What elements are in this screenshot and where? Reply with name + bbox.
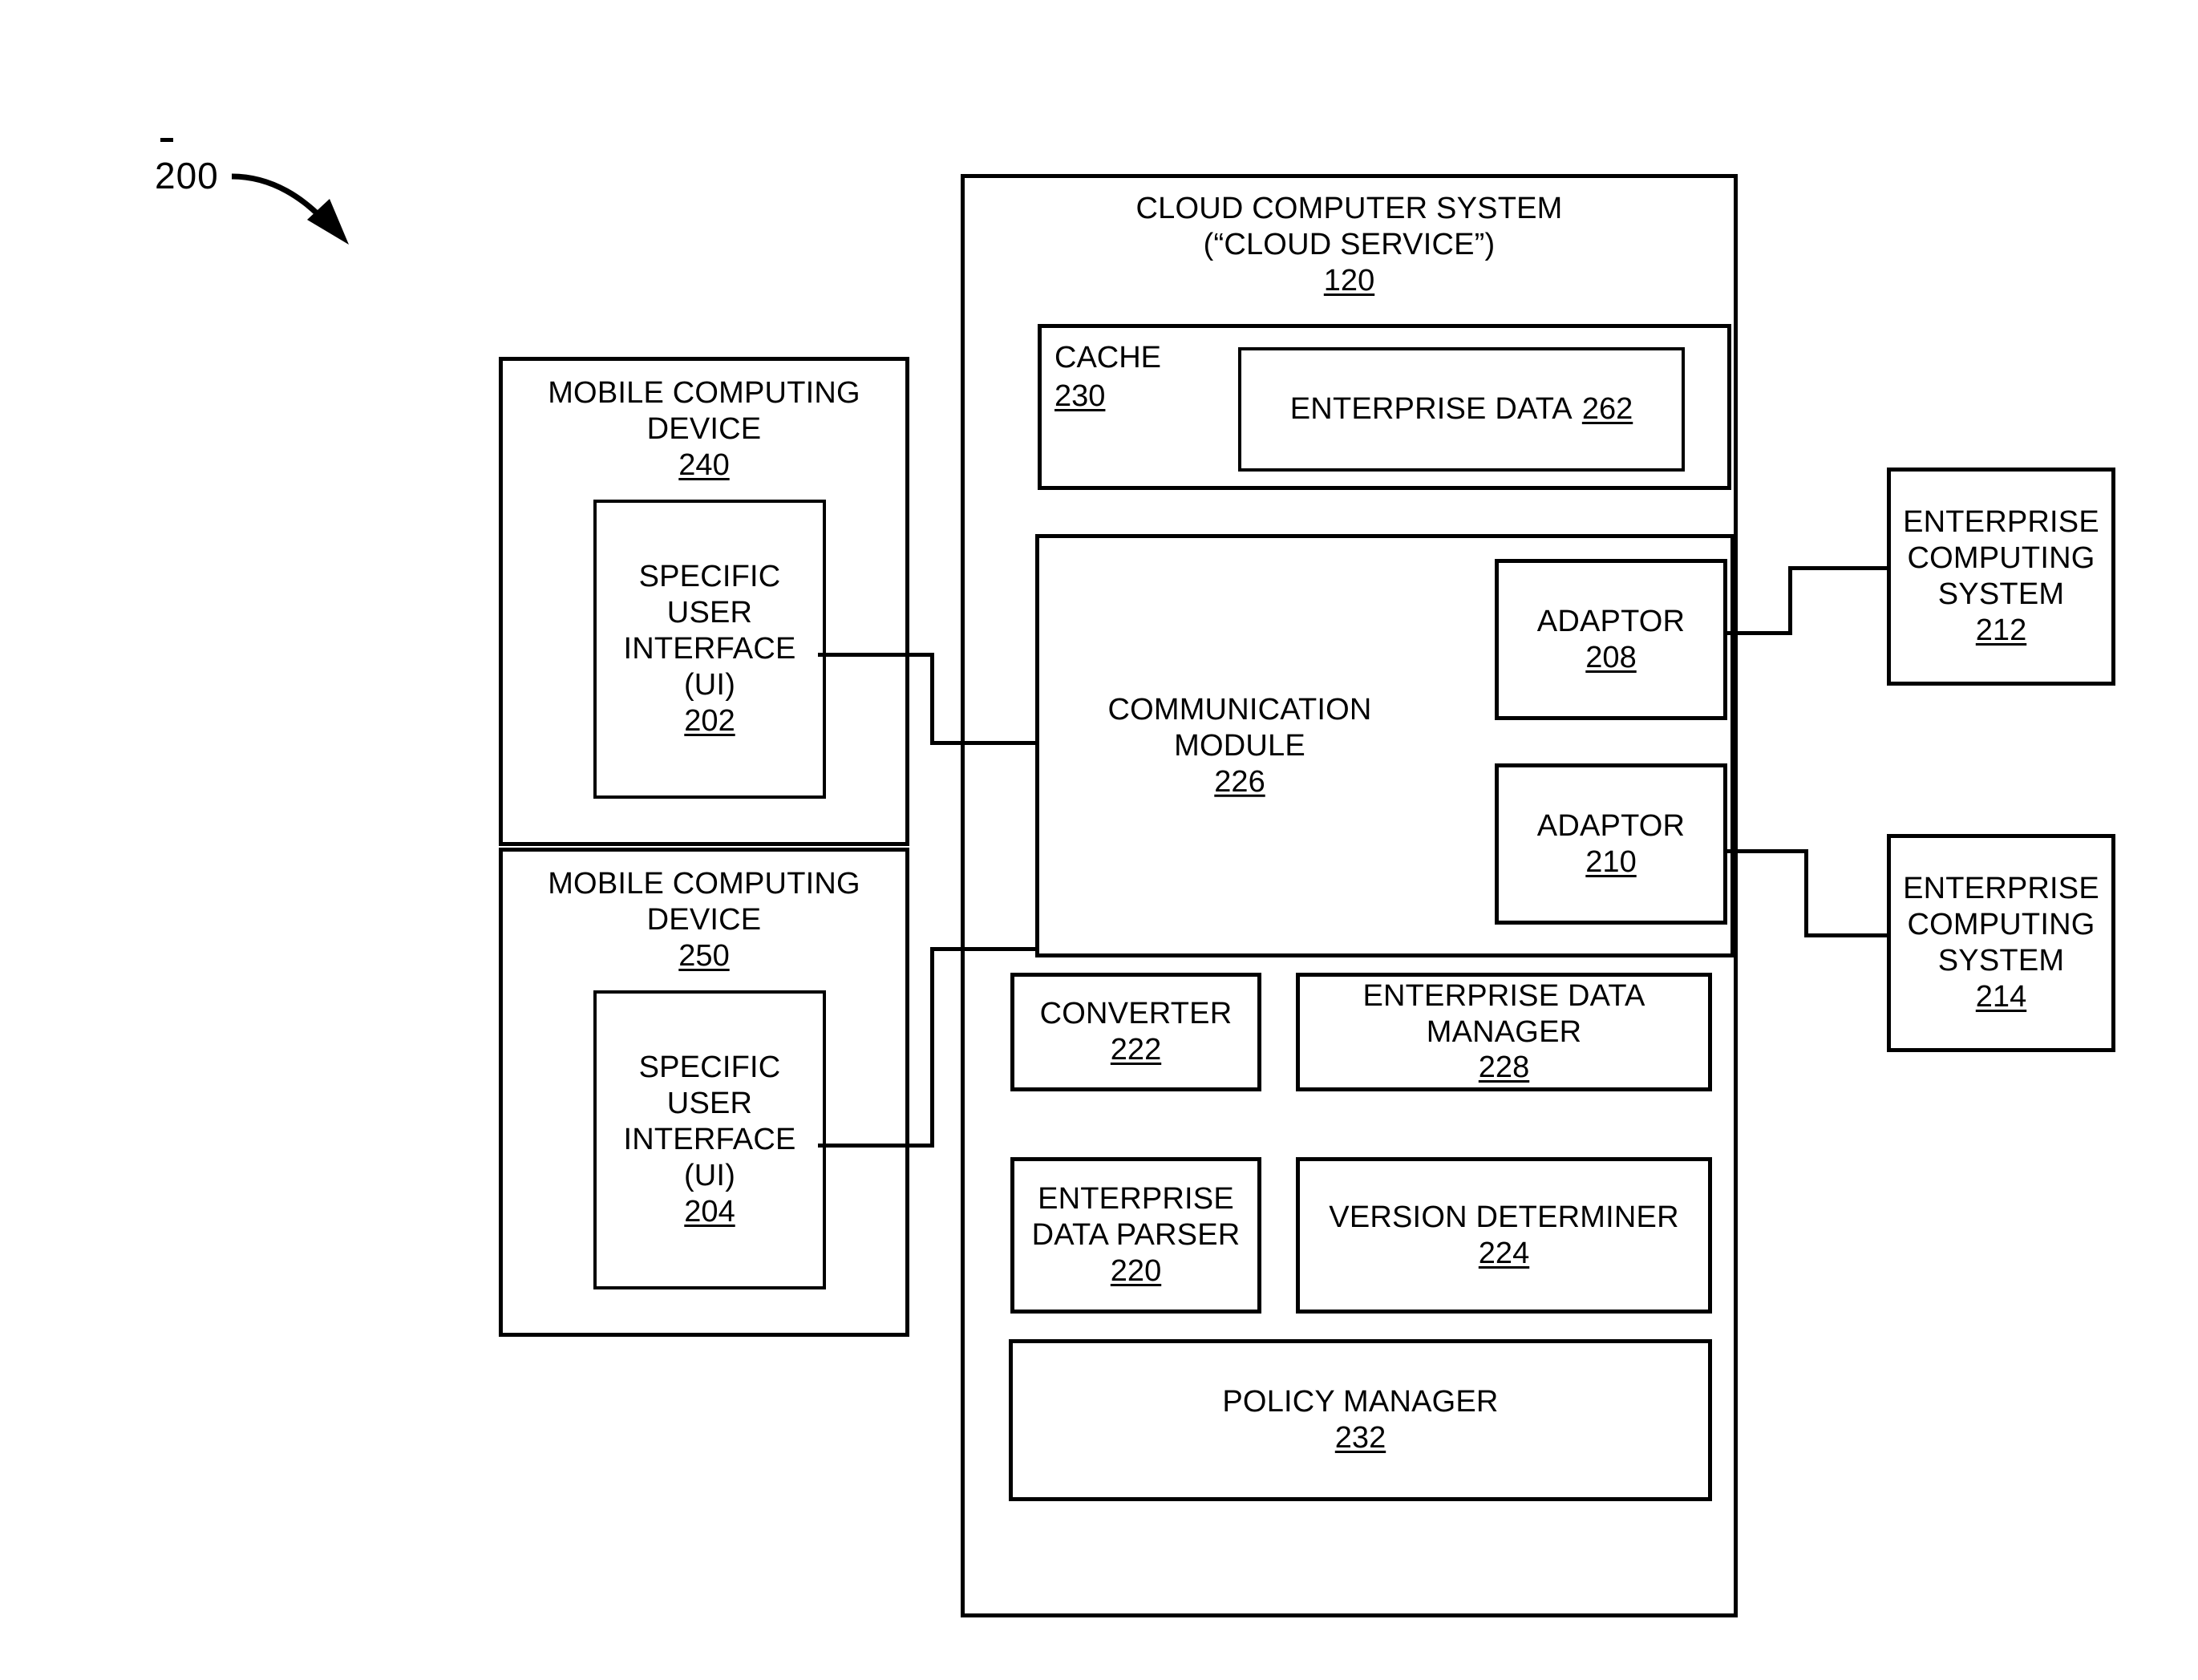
connector-adaptor210-to-system214-h2 (1804, 933, 1891, 937)
enterprise-data-manager-228[interactable]: ENTERPRISE DATA MANAGER 228 (1296, 973, 1712, 1091)
converter-222[interactable]: CONVERTER 222 (1010, 973, 1261, 1091)
enterprise-system-214-ref: 214 (1975, 979, 2027, 1014)
adaptor-208-ref: 208 (1585, 640, 1637, 674)
enterprise-data-parser-220-label: ENTERPRISE DATA PARSER (1031, 1182, 1241, 1253)
figure-lead-arrow-icon (231, 173, 349, 245)
enterprise-data-parser-220[interactable]: ENTERPRISE DATA PARSER 220 (1010, 1157, 1261, 1314)
adaptor-210[interactable]: ADAPTOR 210 (1495, 763, 1727, 925)
connector-ui202-to-comm-module-v1 (930, 653, 934, 745)
connector-adaptor210-to-system214-v1 (1804, 849, 1808, 937)
version-determiner-224[interactable]: VERSION DETERMINER 224 (1296, 1157, 1712, 1314)
ui-204-label: SPECIFIC USER INTERFACE (UI) (623, 1051, 796, 1192)
enterprise-system-212-label: ENTERPRISE COMPUTING SYSTEM (1903, 505, 2099, 611)
mobile-device-250-label: MOBILE COMPUTING DEVICE (548, 867, 860, 937)
enterprise-data-manager-228-ref: 228 (1478, 1051, 1530, 1085)
enterprise-system-212-ref: 212 (1975, 613, 2027, 647)
policy-manager-232-label: POLICY MANAGER (1222, 1385, 1499, 1419)
connector-ui204-to-comm-module-v1 (930, 947, 934, 1148)
enterprise-system-214-label: ENTERPRISE COMPUTING SYSTEM (1903, 872, 2099, 978)
specific-user-interface-202[interactable]: SPECIFIC USER INTERFACE (UI) 202 (593, 500, 826, 799)
connector-adaptor210-to-system214-h1 (1724, 849, 1808, 853)
version-determiner-224-label: VERSION DETERMINER (1329, 1200, 1679, 1234)
mobile-computing-device-240[interactable]: MOBILE COMPUTING DEVICE 240 SPECIFIC USE… (499, 357, 909, 846)
enterprise-data-262-ref: 262 (1581, 392, 1633, 427)
enterprise-data-parser-220-ref: 220 (1110, 1253, 1162, 1288)
enterprise-data-262[interactable]: ENTERPRISE DATA 262 (1238, 347, 1685, 472)
connector-ui204-to-comm-module-h1 (818, 1144, 934, 1148)
connector-ui204-to-comm-module-h2 (930, 947, 1038, 951)
patent-figure-canvas: 200 MOBILE COMPUTING DEVICE 240 SPECIFIC… (0, 0, 2198, 1680)
enterprise-data-262-label: ENTERPRISE DATA (1289, 392, 1573, 427)
connector-ui202-to-comm-module-h1 (818, 653, 934, 657)
connector-ui202-to-comm-module-h2 (930, 741, 1038, 745)
version-determiner-224-ref: 224 (1478, 1236, 1530, 1270)
specific-user-interface-204[interactable]: SPECIFIC USER INTERFACE (UI) 204 (593, 990, 826, 1289)
mobile-device-240-label: MOBILE COMPUTING DEVICE (548, 376, 860, 446)
enterprise-computing-system-214[interactable]: ENTERPRISE COMPUTING SYSTEM 214 (1887, 834, 2115, 1052)
cache-ref: 230 (1054, 379, 1106, 413)
adaptor-210-ref: 210 (1585, 844, 1637, 879)
cache-label: CACHE (1054, 341, 1162, 374)
converter-222-label: CONVERTER (1039, 997, 1233, 1031)
adaptor-208[interactable]: ADAPTOR 208 (1495, 559, 1727, 720)
enterprise-data-manager-228-label: ENTERPRISE DATA MANAGER (1362, 978, 1645, 1049)
cache-230[interactable]: CACHE 230 ENTERPRISE DATA 262 (1038, 324, 1731, 490)
adaptor-210-label: ADAPTOR (1536, 808, 1686, 843)
communication-module-label: COMMUNICATION MODULE (1107, 692, 1372, 763)
mobile-device-250-ref: 250 (678, 938, 730, 973)
figure-tick-mark (160, 138, 173, 142)
policy-manager-232[interactable]: POLICY MANAGER 232 (1009, 1339, 1712, 1501)
connector-adaptor208-to-system212-h1 (1724, 631, 1792, 635)
connector-adaptor208-to-system212-h2 (1788, 566, 1891, 570)
figure-number: 200 (155, 155, 219, 196)
policy-manager-232-ref: 232 (1334, 1421, 1386, 1455)
communication-module-ref: 226 (1214, 764, 1265, 799)
ui-202-label: SPECIFIC USER INTERFACE (UI) (623, 560, 796, 702)
cloud-system-title-line1: CLOUD COMPUTER SYSTEM (1135, 192, 1563, 225)
enterprise-computing-system-212[interactable]: ENTERPRISE COMPUTING SYSTEM 212 (1887, 468, 2115, 686)
cloud-system-ref: 120 (1323, 263, 1375, 298)
cloud-system-title-line2: (“CLOUD SERVICE”) (1203, 227, 1496, 261)
mobile-computing-device-250[interactable]: MOBILE COMPUTING DEVICE 250 SPECIFIC USE… (499, 848, 909, 1337)
ui-204-ref: 204 (684, 1194, 735, 1229)
adaptor-208-label: ADAPTOR (1536, 604, 1686, 638)
ui-202-ref: 202 (684, 703, 735, 738)
converter-222-ref: 222 (1110, 1033, 1162, 1067)
mobile-device-240-ref: 240 (678, 447, 730, 482)
connector-adaptor208-to-system212-v1 (1788, 566, 1792, 635)
